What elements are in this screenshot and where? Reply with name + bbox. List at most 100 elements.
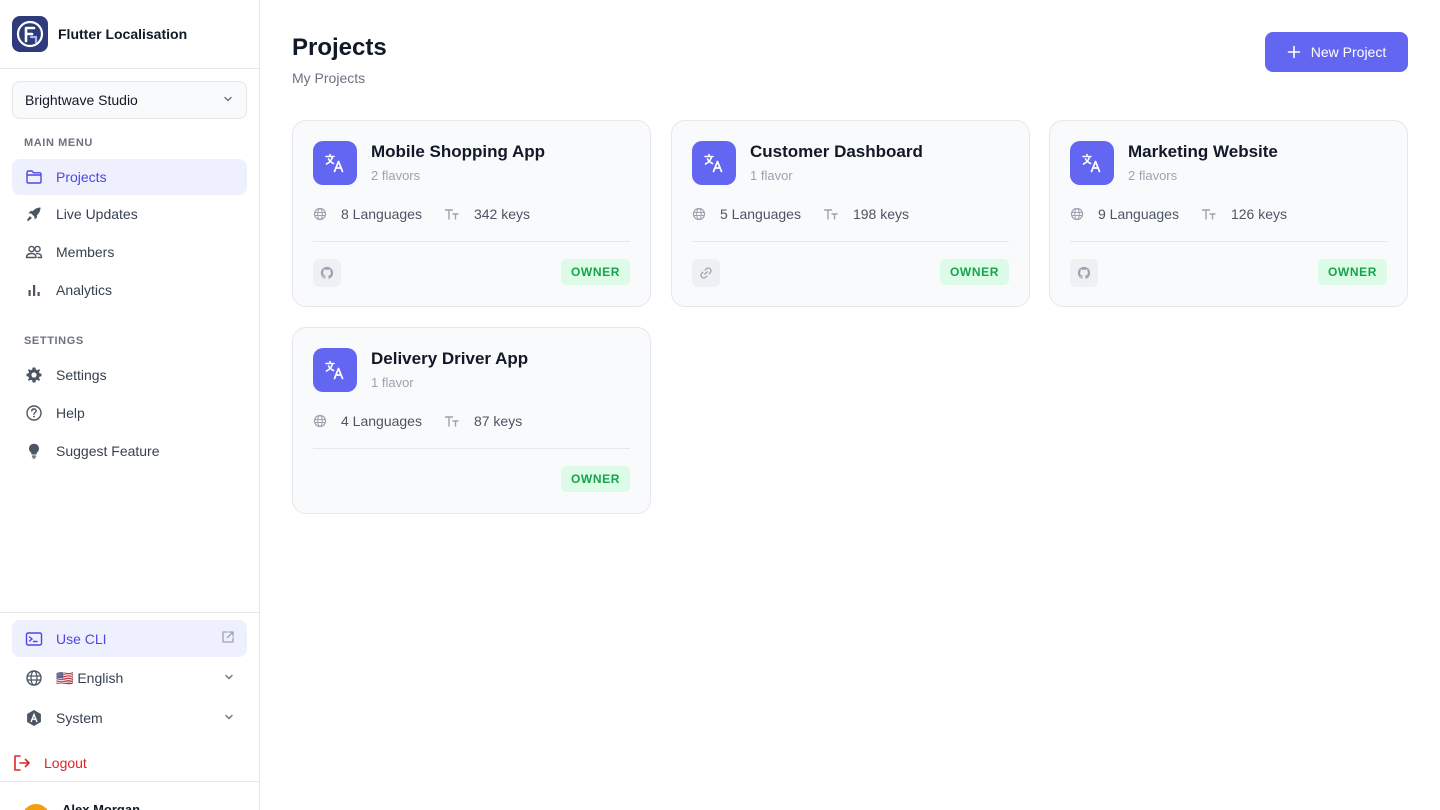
sidebar-item-live-updates[interactable]: Live Updates bbox=[12, 196, 247, 232]
card-divider bbox=[692, 241, 1009, 242]
project-stats: 9 Languages 126 keys bbox=[1070, 206, 1309, 222]
sidebar-item-label: Projects bbox=[56, 169, 107, 185]
translate-icon bbox=[313, 348, 357, 392]
project-card[interactable]: Mobile Shopping App 2 flavors 8 Language… bbox=[292, 120, 651, 307]
translate-icon bbox=[692, 141, 736, 185]
page-title: Projects bbox=[292, 34, 387, 61]
folder-icon bbox=[24, 167, 44, 187]
users-icon bbox=[24, 242, 44, 262]
languages-stat: 4 Languages bbox=[313, 413, 422, 429]
globe-icon bbox=[692, 207, 713, 221]
languages-stat: 9 Languages bbox=[1070, 206, 1179, 222]
bar-chart-icon bbox=[24, 280, 44, 300]
role-badge: OWNER bbox=[940, 259, 1009, 285]
sidebar-item-members[interactable]: Members bbox=[12, 234, 247, 270]
role-badge: OWNER bbox=[561, 259, 630, 285]
gear-icon bbox=[24, 365, 44, 385]
project-stats: 4 Languages 87 keys bbox=[313, 413, 544, 429]
globe-icon bbox=[313, 207, 334, 221]
theme-value: System bbox=[56, 710, 103, 726]
github-icon[interactable] bbox=[1070, 259, 1098, 287]
keys-count: 126 keys bbox=[1230, 206, 1288, 222]
sidebar-item-label: Suggest Feature bbox=[56, 443, 160, 459]
project-name: Mobile Shopping App bbox=[371, 142, 546, 161]
logout-button[interactable]: Logout bbox=[12, 752, 87, 774]
role-badge: OWNER bbox=[561, 466, 630, 492]
sidebar-item-label: Help bbox=[56, 405, 85, 421]
languages-count: 4 Languages bbox=[341, 413, 422, 429]
languages-count: 5 Languages bbox=[720, 206, 801, 222]
language-value: 🇺🇸 English bbox=[56, 669, 124, 686]
project-card[interactable]: Delivery Driver App 1 flavor 4 Languages… bbox=[292, 327, 651, 514]
project-card[interactable]: Marketing Website 2 flavors 9 Languages … bbox=[1049, 120, 1408, 307]
sidebar-item-projects[interactable]: Projects bbox=[12, 159, 247, 195]
languages-count: 8 Languages bbox=[341, 206, 422, 222]
sidebar: Flutter Localisation Brightwave Studio M… bbox=[0, 0, 260, 810]
globe-icon bbox=[24, 668, 44, 688]
workspace-name: Brightwave Studio bbox=[25, 92, 138, 108]
keys-count: 87 keys bbox=[473, 413, 523, 429]
sidebar-item-suggest-feature[interactable]: Suggest Feature bbox=[12, 433, 247, 469]
user-profile[interactable]: Alex Morgan bbox=[0, 781, 259, 810]
user-name: Alex Morgan bbox=[62, 802, 141, 810]
avatar bbox=[22, 804, 50, 810]
project-stats: 5 Languages 198 keys bbox=[692, 206, 931, 222]
plus-icon bbox=[1287, 45, 1301, 59]
new-project-button[interactable]: New Project bbox=[1265, 32, 1408, 72]
globe-icon bbox=[313, 414, 334, 428]
languages-count: 9 Languages bbox=[1098, 206, 1179, 222]
lightbulb-icon bbox=[24, 441, 44, 461]
card-divider bbox=[313, 448, 630, 449]
rocket-icon bbox=[24, 204, 44, 224]
language-selector[interactable]: 🇺🇸 English bbox=[12, 660, 247, 696]
use-cli-link[interactable]: Use CLI bbox=[12, 620, 247, 657]
logout-label: Logout bbox=[44, 755, 87, 771]
chevron-down-icon bbox=[222, 92, 234, 108]
project-name: Marketing Website bbox=[1128, 142, 1278, 161]
sidebar-item-help[interactable]: Help bbox=[12, 395, 247, 431]
project-flavors: 1 flavor bbox=[371, 375, 414, 390]
external-link-icon bbox=[221, 630, 235, 647]
text-size-icon bbox=[444, 207, 467, 221]
sidebar-item-analytics[interactable]: Analytics bbox=[12, 272, 247, 308]
keys-stat: 198 keys bbox=[823, 206, 909, 222]
languages-stat: 5 Languages bbox=[692, 206, 801, 222]
use-cli-label: Use CLI bbox=[56, 630, 107, 647]
help-icon bbox=[24, 403, 44, 423]
project-stats: 8 Languages 342 keys bbox=[313, 206, 552, 222]
project-flavors: 1 flavor bbox=[750, 168, 793, 183]
keys-stat: 342 keys bbox=[444, 206, 530, 222]
settings-label: SETTINGS bbox=[24, 335, 84, 347]
project-flavors: 2 flavors bbox=[371, 168, 421, 183]
sidebar-item-label: Members bbox=[56, 244, 115, 260]
text-size-icon bbox=[1201, 207, 1224, 221]
new-project-label: New Project bbox=[1310, 44, 1387, 60]
workspace-selector[interactable]: Brightwave Studio bbox=[12, 81, 247, 119]
sidebar-item-label: Settings bbox=[56, 367, 107, 383]
brand-header: Flutter Localisation bbox=[0, 0, 259, 69]
app-title: Flutter Localisation bbox=[58, 26, 188, 42]
translate-icon bbox=[313, 141, 357, 185]
terminal-icon bbox=[24, 629, 44, 649]
sidebar-divider bbox=[0, 612, 259, 613]
link-icon[interactable] bbox=[692, 259, 720, 287]
card-divider bbox=[1070, 241, 1387, 242]
github-icon[interactable] bbox=[313, 259, 341, 287]
logout-icon bbox=[12, 753, 32, 773]
keys-count: 198 keys bbox=[852, 206, 910, 222]
project-name: Customer Dashboard bbox=[750, 142, 923, 161]
sidebar-item-settings[interactable]: Settings bbox=[12, 357, 247, 393]
keys-stat: 126 keys bbox=[1201, 206, 1287, 222]
keys-count: 342 keys bbox=[473, 206, 531, 222]
flutter-logo-icon[interactable] bbox=[12, 16, 48, 52]
globe-icon bbox=[1070, 207, 1091, 221]
project-card[interactable]: Customer Dashboard 1 flavor 5 Languages … bbox=[671, 120, 1030, 307]
main-content: Projects My Projects New Project Mobile … bbox=[260, 0, 1440, 810]
translate-icon bbox=[1070, 141, 1114, 185]
theme-selector[interactable]: System bbox=[12, 700, 247, 736]
languages-stat: 8 Languages bbox=[313, 206, 422, 222]
project-flavors: 2 flavors bbox=[1128, 168, 1178, 183]
chevron-down-icon bbox=[223, 670, 235, 686]
role-badge: OWNER bbox=[1318, 259, 1387, 285]
text-size-icon bbox=[823, 207, 846, 221]
